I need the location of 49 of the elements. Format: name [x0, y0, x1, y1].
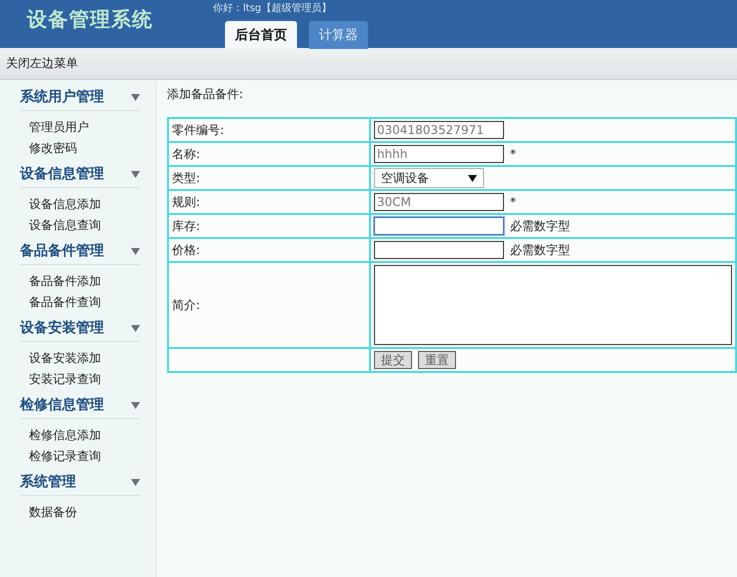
form-title: 添加备品备件: — [167, 86, 244, 103]
menu-item[interactable]: 检修信息添加 — [20, 425, 156, 446]
nav-tab[interactable]: 后台首页 — [225, 21, 297, 49]
form-button[interactable]: 重置 — [418, 351, 456, 369]
type-dropdown[interactable]: 空调设备 — [374, 168, 484, 188]
greeting-text: 你好：ltsg【超级管理员】 — [212, 2, 332, 15]
menu-item[interactable]: 备品备件添加 — [20, 271, 156, 292]
field-note: 必需数字型 — [510, 242, 570, 258]
label-cell: 库存: — [168, 214, 370, 238]
caret-icon — [131, 478, 140, 486]
caret-icon — [131, 324, 140, 332]
menu-group-title[interactable]: 备品备件管理 — [20, 242, 104, 260]
label-cell: 类型: — [168, 166, 370, 190]
label-cell: 价格: — [168, 238, 370, 262]
form-button[interactable]: 提交 — [374, 351, 412, 369]
text-input[interactable]: 30CM — [374, 193, 504, 211]
caret-icon — [131, 170, 140, 178]
menu-item[interactable]: 检修记录查询 — [20, 446, 156, 467]
label-cell: 简介: — [168, 262, 370, 348]
text-input[interactable]: hhhh — [374, 145, 504, 163]
menu-group-title[interactable]: 系统管理 — [20, 473, 76, 491]
text-input[interactable] — [374, 217, 504, 235]
menu-item[interactable]: 安装记录查询 — [20, 369, 156, 390]
description-textarea[interactable] — [374, 265, 732, 345]
menu-group-title[interactable]: 设备安装管理 — [20, 319, 104, 337]
app-title: 设备管理系统 — [26, 6, 154, 33]
field-note: * — [510, 195, 516, 209]
caret-icon — [131, 402, 140, 408]
field-note: 必需数字型 — [510, 218, 570, 234]
caret-icon — [131, 94, 140, 100]
menu-group-title[interactable]: 系统用户管理 — [20, 88, 104, 106]
menu-item[interactable]: 设备安装添加 — [20, 348, 156, 369]
caret-icon — [131, 248, 140, 254]
menu-group-title[interactable]: 设备信息管理 — [20, 165, 104, 183]
label-cell: 名称: — [168, 142, 370, 166]
menu-item[interactable]: 数据备份 — [20, 502, 156, 523]
text-input[interactable]: 03041803527971 — [374, 121, 504, 139]
field-note: * — [510, 147, 516, 161]
menu-item[interactable]: 备品备件查询 — [20, 292, 156, 313]
label-cell: 规则: — [168, 190, 370, 214]
close-menu-link[interactable]: 关闭左边菜单 — [6, 55, 78, 72]
text-input[interactable] — [374, 241, 504, 259]
menu-group-title[interactable]: 检修信息管理 — [20, 396, 104, 414]
menu-item[interactable]: 修改密码 — [20, 138, 156, 159]
label-cell: 零件编号: — [168, 118, 370, 142]
menu-item[interactable]: 设备信息添加 — [20, 194, 156, 215]
menu-item[interactable]: 设备信息查询 — [20, 215, 156, 236]
caret-icon — [468, 174, 477, 182]
menu-item[interactable]: 管理员用户 — [20, 117, 156, 138]
